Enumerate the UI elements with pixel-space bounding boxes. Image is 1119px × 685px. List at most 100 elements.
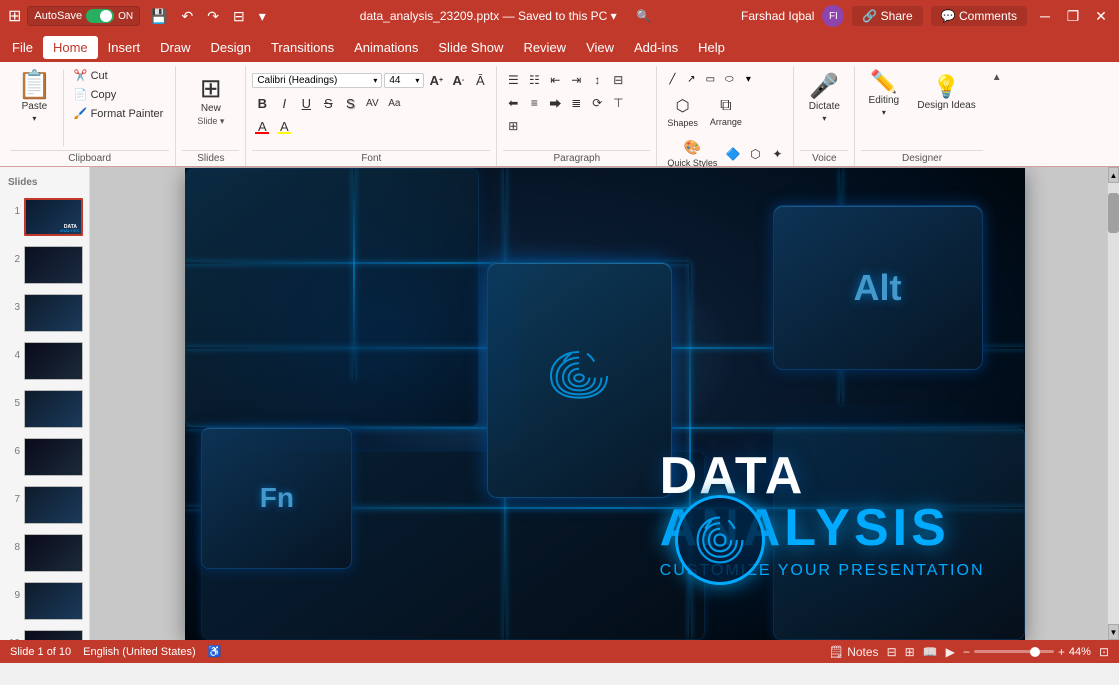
slide-thumb-4[interactable]: 4 [4, 340, 85, 382]
reading-view-button[interactable]: 📖 [923, 645, 938, 659]
indent-decrease-button[interactable]: ⇤ [545, 70, 565, 90]
main-canvas[interactable]: Alt Fn DATA ANALYSIS CUSTOMIZE YOUR PRES… [90, 167, 1119, 640]
align-center-button[interactable]: ≡ [524, 93, 544, 113]
slide-sorter-button[interactable]: ⊞ [905, 645, 915, 659]
new-slide-button[interactable]: ⊞ New Slide ▾ [187, 70, 235, 132]
character-spacing-button[interactable]: AV [362, 93, 382, 113]
copy-button[interactable]: 📄 Copy [68, 85, 169, 104]
indent-increase-button[interactable]: ⇥ [566, 70, 586, 90]
comments-button[interactable]: 💬 Comments [931, 6, 1027, 26]
slide-thumb-3[interactable]: 3 [4, 292, 85, 334]
align-left-button[interactable]: ⬅ [503, 93, 523, 113]
menu-slideshow[interactable]: Slide Show [428, 36, 513, 59]
shape-outline-button[interactable]: ⬡ [745, 144, 765, 164]
search-icon[interactable]: 🔍 [636, 9, 651, 23]
slide-thumb-10[interactable]: 10 [4, 628, 85, 640]
ribbon-collapse-button[interactable]: ▲ [989, 70, 1005, 85]
slideshow-button[interactable]: ▶ [946, 645, 955, 659]
align-text-button[interactable]: ⊤ [608, 93, 628, 113]
underline-button[interactable]: U [296, 93, 316, 113]
highlight-button[interactable]: A [274, 116, 294, 136]
strikethrough-button[interactable]: S [318, 93, 338, 113]
editing-button[interactable]: ✏️ Editing ▾ [861, 66, 906, 122]
bold-button[interactable]: B [252, 93, 272, 113]
quick-styles-button[interactable]: 🎨 Quick Styles [663, 136, 721, 171]
shape-effects-button[interactable]: ✦ [767, 144, 787, 164]
restore-button[interactable]: ❐ [1063, 8, 1083, 25]
slide-thumb-2[interactable]: 2 [4, 244, 85, 286]
menu-draw[interactable]: Draw [150, 36, 200, 59]
autosave-toggle[interactable]: AutoSave ON [27, 6, 140, 26]
text-direction-button[interactable]: ⟳ [587, 93, 607, 113]
design-ideas-button[interactable]: 💡 Design Ideas [910, 66, 982, 121]
format-painter-button[interactable]: 🖌️ Format Painter [68, 104, 169, 123]
menu-review[interactable]: Review [513, 36, 576, 59]
new-slide-label-row: New [201, 103, 221, 114]
smartart-button[interactable]: ⊞ [503, 116, 523, 136]
paste-button[interactable]: 📋 Paste ▾ [10, 66, 59, 128]
scroll-down-button[interactable]: ▼ [1108, 624, 1119, 640]
close-button[interactable]: ✕ [1091, 8, 1111, 25]
save-dropdown-icon[interactable]: ▾ [611, 9, 617, 23]
slide-thumb-9[interactable]: 9 [4, 580, 85, 622]
share-button[interactable]: 🔗 Share [852, 6, 922, 26]
scroll-thumb[interactable] [1108, 193, 1119, 233]
zoom-out-button[interactable]: − [963, 645, 970, 659]
bullets-button[interactable]: ☰ [503, 70, 523, 90]
presentation-view-button[interactable]: ⊟ [229, 6, 249, 27]
menu-file[interactable]: File [2, 36, 43, 59]
numbering-button[interactable]: ☷ [524, 70, 544, 90]
normal-view-button[interactable]: ⊟ [887, 645, 897, 659]
menu-addins[interactable]: Add-ins [624, 36, 688, 59]
fit-slide-button[interactable]: ⊡ [1099, 645, 1109, 659]
slide-thumb-5[interactable]: 5 [4, 388, 85, 430]
line-spacing-button[interactable]: ↕ [587, 70, 607, 90]
menu-transitions[interactable]: Transitions [261, 36, 344, 59]
increase-font-button[interactable]: A+ [426, 70, 446, 90]
undo-button[interactable]: ↶ [178, 6, 198, 27]
slide-img-3 [24, 294, 83, 332]
cut-button[interactable]: ✂️ Cut [68, 66, 169, 85]
zoom-in-button[interactable]: + [1058, 645, 1065, 659]
slide-thumb-7[interactable]: 7 [4, 484, 85, 526]
shape-arrow[interactable]: ↗ [682, 70, 700, 88]
redo-button[interactable]: ↷ [203, 6, 223, 27]
menu-design[interactable]: Design [201, 36, 261, 59]
shape-oval[interactable]: ⬭ [720, 70, 738, 88]
justify-button[interactable]: ≣ [566, 93, 586, 113]
new-slide-sub[interactable]: Slide ▾ [197, 116, 224, 127]
slide-thumb-8[interactable]: 8 [4, 532, 85, 574]
menu-help[interactable]: Help [688, 36, 735, 59]
slide-thumb-6[interactable]: 6 [4, 436, 85, 478]
notes-button[interactable]: 🗒 Notes [829, 645, 879, 659]
slide-thumb-1[interactable]: 1 DATA ANALYSIS [4, 196, 85, 238]
zoom-slider[interactable] [974, 650, 1054, 653]
align-right-button[interactable]: ⮕ [545, 93, 565, 113]
columns-button[interactable]: ⊟ [608, 70, 628, 90]
decrease-font-button[interactable]: A- [448, 70, 468, 90]
menu-insert[interactable]: Insert [98, 36, 151, 59]
arrange-button[interactable]: ⧉ Arrange [706, 94, 746, 130]
shape-fill-button[interactable]: 🔷 [723, 144, 743, 164]
save-button[interactable]: 💾 [146, 6, 171, 27]
font-size-dropdown[interactable]: 44 ▾ [384, 73, 424, 88]
menu-home[interactable]: Home [43, 36, 98, 59]
change-case-button[interactable]: Aa [384, 93, 404, 113]
shape-more[interactable]: ▾ [739, 70, 757, 88]
autosave-toggle-switch[interactable] [86, 9, 114, 23]
font-color-button[interactable]: A [252, 116, 272, 136]
italic-button[interactable]: I [274, 93, 294, 113]
dictate-button[interactable]: 🎤 Dictate ▾ [800, 70, 848, 128]
shapes-button[interactable]: ⬡ Shapes [663, 93, 702, 131]
slide-count: Slide 1 of 10 [10, 646, 71, 658]
minimize-button[interactable]: ─ [1035, 8, 1055, 24]
customize-button[interactable]: ▾ [255, 6, 270, 27]
font-family-dropdown[interactable]: Calibri (Headings) ▾ [252, 73, 382, 88]
menu-animations[interactable]: Animations [344, 36, 428, 59]
shape-line[interactable]: ╱ [663, 70, 681, 88]
shadow-button[interactable]: S [340, 93, 360, 113]
scroll-up-button[interactable]: ▲ [1108, 167, 1119, 183]
menu-view[interactable]: View [576, 36, 624, 59]
clear-format-button[interactable]: Ā [470, 70, 490, 90]
shape-rect[interactable]: ▭ [701, 70, 719, 88]
